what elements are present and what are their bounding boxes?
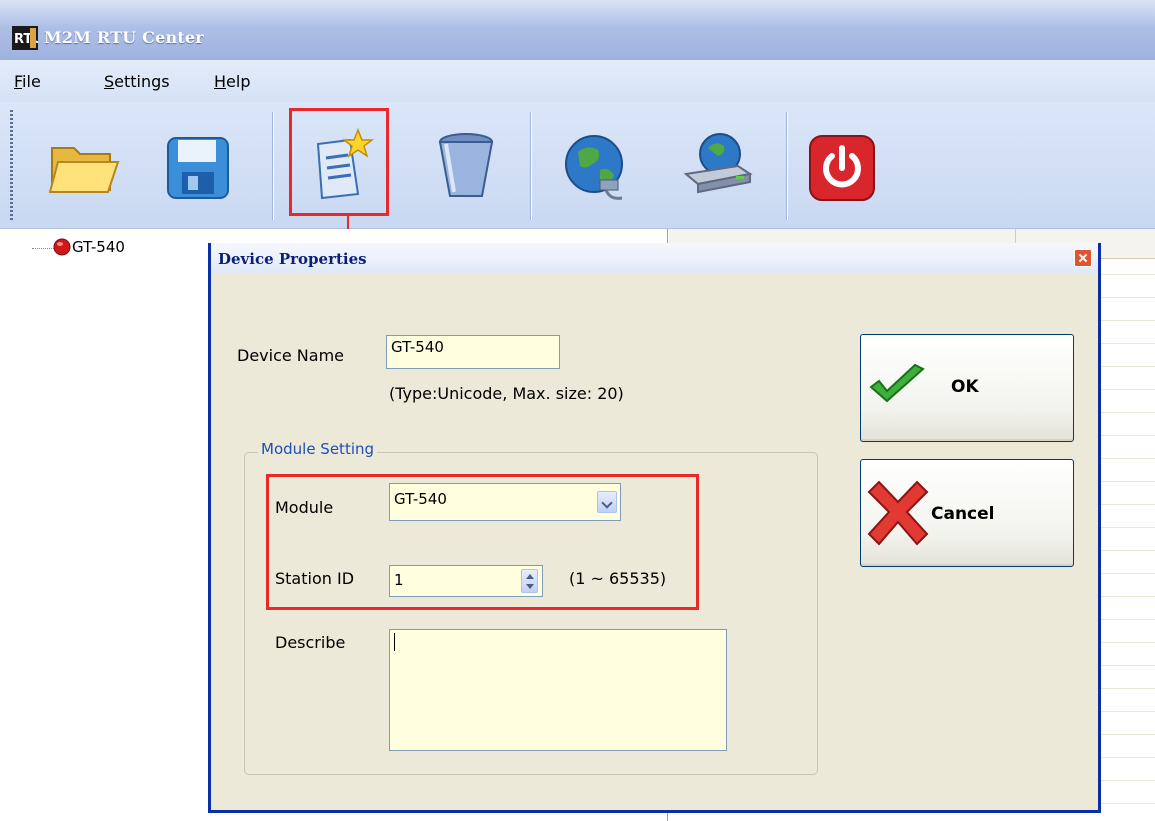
toolbar-separator [272,112,274,220]
ok-button[interactable]: OK [860,334,1074,442]
device-settings-button[interactable] [668,112,764,220]
window-title: M2M RTU Center [44,28,204,47]
module-select-value: GT-540 [394,490,447,508]
device-status-icon [53,238,71,256]
describe-textarea[interactable] [389,629,727,751]
module-setting-title: Module Setting [258,440,378,458]
save-button[interactable] [150,112,246,220]
open-button[interactable] [36,112,132,220]
ok-label: OK [951,377,979,397]
exit-button[interactable] [798,112,894,220]
module-select[interactable]: GT-540 [389,483,621,521]
connect-button[interactable] [548,112,644,220]
toolbar [0,102,1155,229]
toolbar-highlight-annotation [289,108,389,216]
menu-help-mnemonic: H [214,72,227,91]
device-name-label: Device Name [237,346,345,365]
stepper-down-icon[interactable] [526,584,534,589]
trash-bin-icon [438,133,494,197]
device-name-hint: (Type:Unicode, Max. size: 20) [389,384,624,403]
station-id-label: Station ID [275,569,355,588]
delete-button[interactable] [418,112,514,220]
menu-bar: File Settings Help [0,60,1155,102]
stepper-up-icon[interactable] [526,574,534,579]
checkmark-icon [869,363,925,403]
window-title-bar: RTU M2M RTU Center [0,0,1155,60]
menu-help-rest: elp [226,72,251,91]
menu-settings-rest: ettings [114,72,170,91]
module-label: Module [275,498,334,517]
save-disk-icon [167,137,229,199]
network-device-icon [683,133,753,194]
toolbar-separator-2 [530,112,532,220]
network-globe-icon [565,135,623,200]
text-cursor [394,632,395,651]
power-icon [809,135,875,201]
tree-node-device[interactable]: GT-540 [72,238,125,256]
toolbar-separator-3 [786,112,788,220]
station-id-value: 1 [394,571,404,589]
describe-label: Describe [275,633,346,652]
dialog-title-bar: Device Properties [211,243,1098,273]
toolbar-grip[interactable] [10,110,13,220]
device-name-field[interactable]: GT-540 [386,335,560,369]
cancel-button[interactable]: Cancel [860,459,1074,567]
station-id-field[interactable]: 1 [389,565,543,597]
cross-icon [867,480,929,546]
chevron-down-icon[interactable] [597,491,617,513]
cancel-label: Cancel [931,504,995,524]
menu-file[interactable]: File [14,72,41,91]
device-properties-dialog: Device Properties Device Name GT-540 (Ty… [208,243,1101,813]
app-logo-icon: RTU [12,26,38,50]
tree-connector [32,248,54,249]
menu-file-rest: ile [22,72,41,91]
menu-help[interactable]: Help [214,72,250,91]
stepper-arrows-icon[interactable] [521,569,538,593]
close-icon[interactable] [1074,249,1092,267]
open-folder-icon [48,147,120,193]
menu-file-mnemonic: F [14,72,23,91]
station-id-range: (1 ~ 65535) [569,569,667,588]
dialog-title: Device Properties [218,250,367,268]
menu-settings-mnemonic: S [104,72,115,91]
menu-settings[interactable]: Settings [104,72,170,91]
